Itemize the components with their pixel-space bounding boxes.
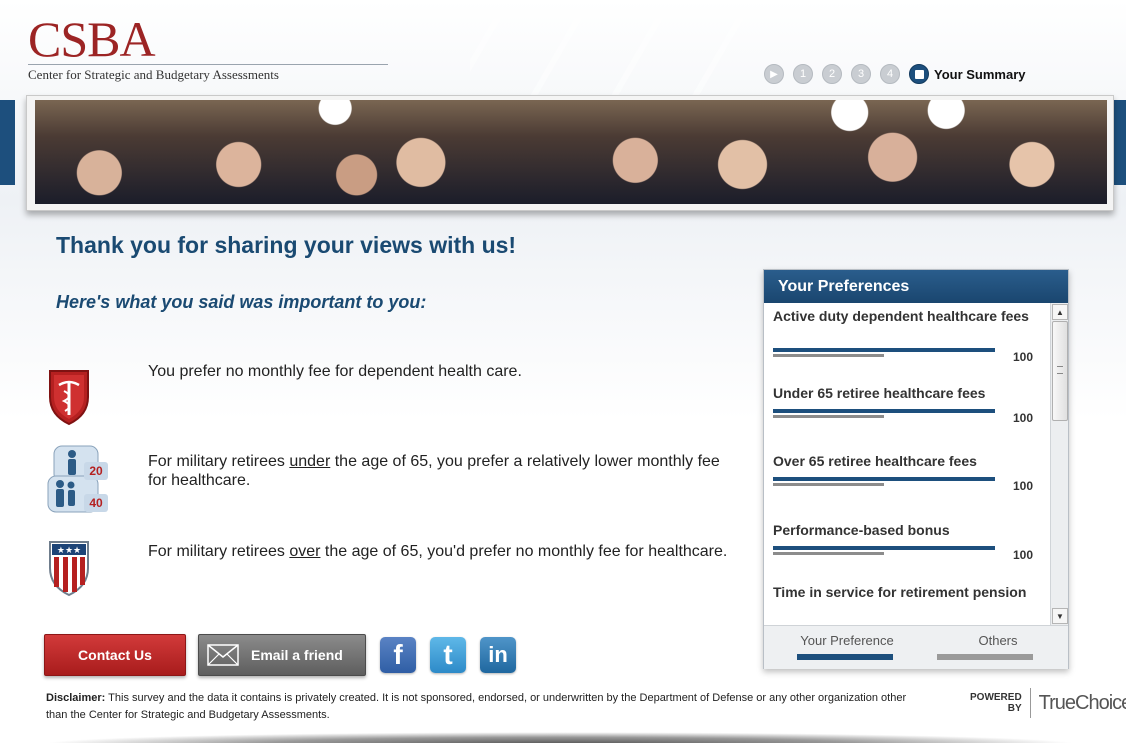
chevron-decoration [470,0,770,95]
svg-text:★★★: ★★★ [57,546,81,556]
preference-label: Over 65 retiree healthcare fees [773,453,977,469]
facebook-icon[interactable]: f [380,637,416,673]
legend-your-preference: Your Preference [800,633,894,648]
twitter-icon[interactable]: t [430,637,466,673]
scroll-down-arrow-icon[interactable]: ▼ [1052,608,1068,624]
preferences-list[interactable]: Active duty dependent healthcare fees 100… [764,303,1050,623]
step-navigation: ▶ 1 2 3 4 Your Summary [764,62,1026,86]
statement-emphasis: under [289,453,331,470]
preference-label: Performance-based bonus [773,522,950,538]
step-3-button[interactable]: 3 [851,64,871,84]
step-2-button[interactable]: 2 [822,64,842,84]
summary-step-icon[interactable] [909,64,929,84]
powered-by-truechoice[interactable]: POWERED BY TrueChoice [970,688,1126,718]
banner-frame [26,95,1114,211]
others-bar [773,483,884,486]
left-accent-bar [0,100,15,185]
email-friend-button[interactable]: Email a friend [198,634,366,676]
step-4-button[interactable]: 4 [880,64,900,84]
medical-shield-icon [49,370,89,426]
preference-item: Performance-based bonus 100 [773,522,1043,562]
action-buttons: Contact Us Email a friend f t in [44,634,516,676]
preferences-title: Your Preferences [764,270,1068,303]
summary-step-label[interactable]: Your Summary [934,67,1026,82]
page: CSBA Center for Strategic and Budgetary … [0,0,1126,743]
powered-line1: POWERED [970,692,1022,703]
preference-label: Time in service for retirement pension [773,584,1027,600]
preference-label: Under 65 retiree healthcare fees [773,385,986,401]
your-preference-bar [773,409,995,413]
preferences-panel: Your Preferences Active duty dependent h… [763,269,1069,669]
grip-icon [1057,366,1063,374]
scroll-up-arrow-icon[interactable]: ▲ [1052,304,1068,320]
divider [1029,688,1031,718]
step-1-button[interactable]: 1 [793,64,813,84]
preference-bars [773,409,995,418]
legend-others-swatch [937,654,1033,660]
powered-line2: BY [1007,703,1022,714]
stars-stripes-shield-icon: ★★★ [49,541,89,597]
preferences-scrollbar[interactable]: ▲ ▼ [1050,303,1068,625]
statement-emphasis: over [289,543,321,560]
contact-us-button[interactable]: Contact Us [44,634,186,676]
disclaimer-text: This survey and the data it contains is … [46,692,907,721]
others-bar [773,415,884,418]
preference-value: 100 [1013,548,1034,562]
linkedin-icon[interactable]: in [480,637,516,673]
thank-you-headline: Thank you for sharing your views with us… [56,232,517,258]
your-preference-bar [773,348,995,352]
csba-logo[interactable]: CSBA [28,14,156,64]
disclaimer: Disclaimer: This survey and the data it … [46,690,926,724]
summary-subheadline: Here's what you said was important to yo… [56,292,427,312]
envelope-icon [207,644,239,666]
preferences-legend: Your Preference Others [764,625,1068,669]
your-preference-bar [773,477,995,481]
statement-text-before: For military retirees [148,453,290,470]
statement-text: For military retirees over the age of 65… [148,542,738,561]
preference-item: Time in service for retirement pension [773,584,1043,601]
disclaimer-label: Disclaimer: [46,692,106,704]
preference-value: 100 [1013,479,1034,493]
preference-bars [773,546,995,555]
statement-text-after: the age of 65, you'd prefer no monthly f… [320,543,728,560]
preference-bars [773,477,995,486]
preference-value: 100 [1013,350,1034,364]
age-badge-20: 20 [89,464,103,478]
bottom-shadow [40,732,1080,743]
preference-bars [773,348,995,357]
retiree-age-icon: 20 40 [47,445,108,513]
preference-item: Over 65 retiree healthcare fees 100 [773,453,1043,493]
truechoice-logo: TrueChoice [1038,691,1126,714]
statement-text-before: For military retirees [148,543,290,560]
play-step-button[interactable]: ▶ [764,64,784,84]
email-friend-label: Email a friend [251,647,343,663]
others-bar [773,552,884,555]
military-leaders-photo [35,100,1107,204]
statement-text: You prefer no monthly fee for dependent … [148,363,522,380]
preference-item: Active duty dependent healthcare fees 100 [773,308,1043,364]
preference-item: Under 65 retiree healthcare fees 100 [773,385,1043,425]
legend-others: Others [978,633,1018,648]
preference-label: Active duty dependent healthcare fees [773,308,1029,324]
age-badge-40: 40 [89,496,103,510]
scrollbar-thumb[interactable] [1052,321,1068,421]
others-bar [773,354,884,357]
legend-your-swatch [797,654,893,660]
statement-text: For military retirees under the age of 6… [148,452,738,490]
powered-by-label: POWERED BY [970,692,1022,714]
logo-subtitle: Center for Strategic and Budgetary Asses… [28,64,388,83]
preference-value: 100 [1013,411,1034,425]
your-preference-bar [773,546,995,550]
